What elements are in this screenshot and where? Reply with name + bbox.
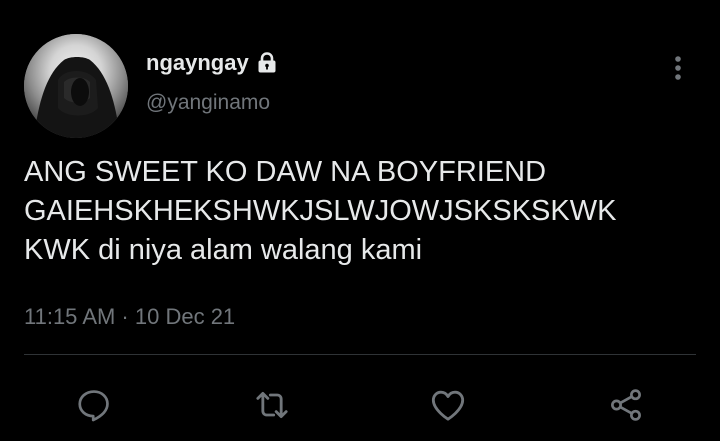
tweet-text: ANG SWEET KO DAW NA BOYFRIEND GAIEHSKHEK… <box>24 153 704 270</box>
tweet-timestamp[interactable]: 11:15 AM · 10 Dec 21 <box>24 303 235 331</box>
more-options-button[interactable] <box>664 54 692 82</box>
divider <box>24 354 696 355</box>
retweet-icon <box>256 391 288 419</box>
author-handle[interactable]: @yanginamo <box>146 90 270 116</box>
tweet-text-line: KWK di niya alam walang kami <box>24 234 423 266</box>
like-icon <box>431 390 465 421</box>
tweet-text-line: ANG SWEET KO DAW NA BOYFRIEND <box>24 156 547 188</box>
display-name-text[interactable]: ngayngay <box>146 50 249 76</box>
share-button[interactable] <box>606 385 646 425</box>
author-name[interactable]: ngayngay <box>146 50 277 76</box>
reply-button[interactable] <box>74 385 114 425</box>
reply-icon <box>78 390 109 422</box>
more-vertical-icon <box>675 56 681 80</box>
share-icon <box>611 389 641 421</box>
lock-icon <box>255 51 277 75</box>
retweet-button[interactable] <box>252 385 292 425</box>
like-button[interactable] <box>428 385 468 425</box>
tweet-text-line: GAIEHSKHEKSHWKJSLWJOWJSKSKSKWK <box>24 195 617 227</box>
avatar[interactable] <box>24 34 128 138</box>
profile-photo <box>24 34 128 138</box>
